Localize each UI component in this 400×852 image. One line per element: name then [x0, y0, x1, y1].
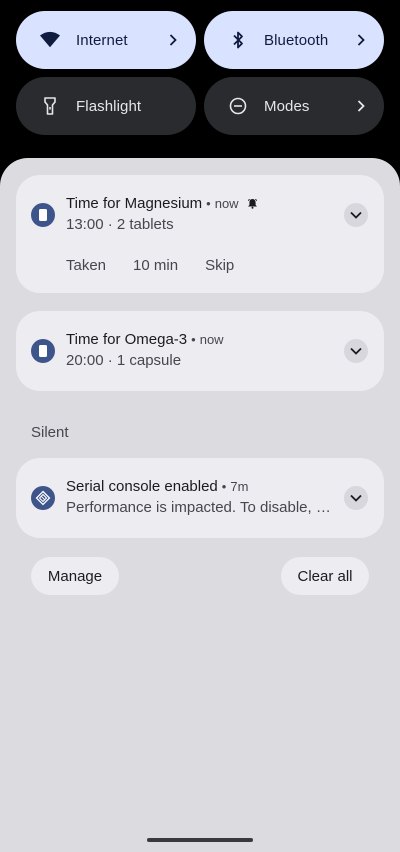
notification-actions: Taken 10 min Skip [66, 257, 261, 274]
notification-header: Serial console enabled • 7m [66, 478, 248, 495]
notification-title: Serial console enabled [66, 478, 218, 495]
bluetooth-icon [228, 30, 248, 50]
separator-dot: • [221, 479, 227, 494]
expand-button[interactable] [344, 339, 368, 363]
modes-label: Modes [264, 97, 310, 115]
notification-title: Time for Omega-3 [66, 331, 188, 348]
modes-tile[interactable]: Modes [204, 77, 384, 135]
expand-button[interactable] [344, 203, 368, 227]
separator-dot: • [206, 196, 211, 211]
action-taken-button[interactable]: Taken [66, 257, 106, 274]
settings-diamond-icon [31, 486, 55, 510]
manage-button[interactable]: Manage [31, 557, 119, 595]
pill-icon [31, 203, 55, 227]
notification-time: now [199, 332, 224, 347]
action-skip-button[interactable]: Skip [205, 257, 234, 274]
bluetooth-label: Bluetooth [264, 31, 329, 49]
flashlight-icon [40, 96, 60, 116]
chevron-down-icon [350, 494, 362, 502]
internet-tile[interactable]: Internet [16, 11, 196, 69]
chevron-right-icon[interactable] [354, 99, 368, 113]
pill-icon [31, 339, 55, 363]
wifi-icon [40, 30, 60, 50]
flashlight-label: Flashlight [76, 97, 142, 115]
action-snooze-button[interactable]: 10 min [133, 257, 178, 274]
silent-section-label: Silent [31, 424, 69, 441]
notification-text: Performance is impacted. To disable, che… [66, 499, 334, 516]
notification-header: Time for Omega-3 • now [66, 331, 224, 348]
bell-icon [247, 198, 259, 210]
notification-card[interactable]: Serial console enabled • 7m Performance … [16, 458, 384, 538]
notification-card[interactable]: Time for Omega-3 • now 20:00 · 1 capsule [16, 311, 384, 391]
chevron-down-icon [350, 347, 362, 355]
notification-card[interactable]: Time for Magnesium • now 13:00 · 2 table… [16, 175, 384, 293]
notification-time: now [214, 196, 239, 211]
gesture-nav-handle[interactable] [147, 838, 253, 842]
bluetooth-tile[interactable]: Bluetooth [204, 11, 384, 69]
notification-text: 20:00 · 1 capsule [66, 352, 182, 369]
notification-header: Time for Magnesium • now [66, 195, 259, 212]
notification-text: 13:00 · 2 tablets [66, 216, 174, 233]
chevron-right-icon[interactable] [354, 33, 368, 47]
chevron-down-icon [350, 211, 362, 219]
expand-button[interactable] [344, 486, 368, 510]
notification-title: Time for Magnesium [66, 195, 203, 212]
chevron-right-icon[interactable] [166, 33, 180, 47]
flashlight-tile[interactable]: Flashlight [16, 77, 196, 135]
clear-all-button[interactable]: Clear all [281, 557, 369, 595]
notification-time: 7m [230, 479, 249, 494]
internet-label: Internet [76, 31, 128, 49]
modes-icon [228, 96, 248, 116]
separator-dot: • [191, 332, 196, 347]
